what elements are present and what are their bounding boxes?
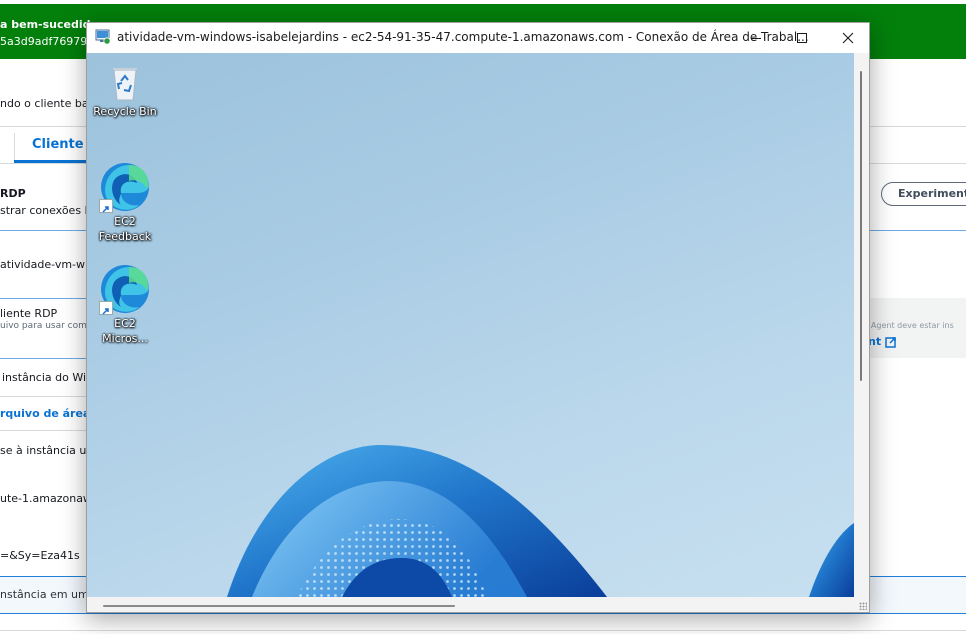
maximize-icon [797,33,807,43]
window-title: atividade-vm-windows-isabelejardins - ec… [117,30,809,44]
banner-id: 5a3d9adf769797 [0,35,95,48]
instance-id-text: atividade-vm-win [0,258,96,271]
rdp-client-desc: uivo para usar com [0,321,87,331]
tab-separator [14,133,15,161]
agent-link[interactable]: nt [868,335,896,348]
rdp-titlebar[interactable]: atividade-vm-windows-isabelejardins - ec… [87,23,869,53]
windows-instance-text: instância do Win [2,371,93,384]
banner-title: a bem-sucedida [0,18,98,31]
horizontal-scrollbar[interactable] [87,597,869,612]
minimize-button[interactable] [733,23,779,53]
vertical-scroll-thumb[interactable] [860,71,862,381]
desktop-icon-ec2-microsoft[interactable]: EC2 Micros... [87,263,163,346]
rdp-window[interactable]: atividade-vm-windows-isabelejardins - ec… [86,22,870,613]
page-subtitle: ndo o cliente bas [0,97,95,110]
password-text: =&Sy=Eza41s [0,549,80,562]
connect-text: se à instância usa [0,444,99,457]
recycle-bin-icon [105,63,145,103]
minimize-icon [751,38,761,39]
try-button[interactable]: Experimente [881,182,966,206]
desktop-icon-ec2-feedback[interactable]: EC2 Feedback [87,161,163,244]
close-icon [842,32,854,44]
edge-icon [99,263,151,315]
ec2-microsoft-label: EC2 Micros... [102,317,148,345]
shortcut-arrow-icon [99,199,113,213]
remote-desktop-icon [95,29,111,49]
resize-grip[interactable] [859,602,867,610]
desktop-icon-recycle-bin[interactable]: Recycle Bin [87,63,163,119]
close-button[interactable] [825,23,871,53]
edge-icon [99,161,151,213]
external-link-icon [885,336,896,348]
section-title: RDP [0,187,26,200]
remote-desktop[interactable]: Recycle Bin EC2 Feedback EC2 Micros... [87,53,854,597]
shortcut-arrow-icon [99,301,113,315]
vertical-scrollbar[interactable] [854,53,869,597]
public-dns-text: ute-1.amazonaws [0,492,98,505]
agent-note: I Agent deve estar ins [866,321,954,330]
agent-info-box: I Agent deve estar ins nt [860,298,966,358]
maximize-button[interactable] [779,23,825,53]
recycle-bin-label: Recycle Bin [93,105,157,118]
horizontal-scroll-thumb[interactable] [103,605,455,607]
instance-text: nstância em um c [0,588,99,601]
windows-bloom-wallpaper [227,444,854,597]
rdp-client-title: liente RDP [0,307,58,320]
ec2-feedback-label: EC2 Feedback [98,215,152,243]
